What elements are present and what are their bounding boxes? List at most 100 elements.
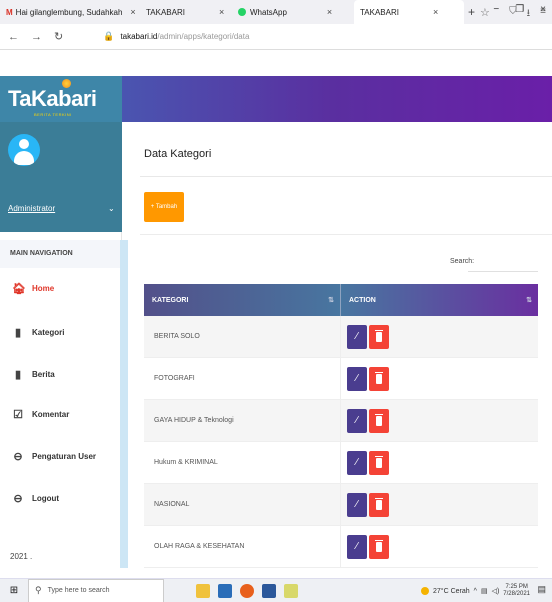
pencil-icon: ∕ [356, 499, 358, 510]
minimize-icon[interactable]: − [493, 4, 499, 15]
close-tab-icon[interactable]: × [327, 7, 332, 17]
search-icon: ⚲ [35, 585, 42, 595]
file-explorer-icon[interactable] [196, 583, 210, 598]
edit-button[interactable]: ∕ [347, 408, 367, 433]
url-path: /admin/apps/kategori/data [157, 32, 250, 41]
tab-label: TAKABARI [360, 7, 399, 17]
sidebar-item-label: Kategori [32, 327, 65, 337]
page-top-strip [0, 50, 552, 76]
column-header-action[interactable]: ACTION ⇅ [341, 284, 538, 316]
delete-button[interactable] [369, 534, 389, 559]
edit-button[interactable]: ∕ [347, 324, 367, 349]
back-icon[interactable]: ← [8, 31, 19, 43]
notification-icon[interactable]: ▤ [537, 584, 546, 595]
lock-icon: 🔒 [103, 31, 115, 41]
url-host: takabari.id [120, 32, 158, 41]
edit-button[interactable]: ∕ [347, 450, 367, 475]
bookmark-star-icon[interactable]: ☆ [480, 6, 490, 19]
word-icon[interactable] [262, 583, 276, 598]
main-content: Data Kategori + Tambah Search: KATEGORI … [128, 122, 552, 568]
volume-icon[interactable]: ◁) [492, 587, 500, 595]
browser-tab-whatsapp[interactable]: WhatsApp × [232, 0, 354, 24]
sidebar-item-label: Komentar [32, 409, 70, 419]
pencil-icon: ∕ [356, 373, 358, 384]
action-cell: ∕ [341, 316, 538, 357]
user-panel: Administrator ⌄ [0, 122, 122, 232]
brand-logo[interactable]: TaKabari BERITA TERKINI [0, 76, 122, 122]
address-field[interactable]: 🔒 takabari.id /admin/apps/kategori/data [103, 31, 249, 42]
sidebar-item-label: Berita [32, 369, 55, 379]
weather-text[interactable]: 27°C Cerah [433, 588, 470, 595]
nav-header: MAIN NAVIGATION [0, 240, 122, 268]
clock[interactable]: 7:25 PM 7/28/2021 [503, 584, 530, 598]
trash-icon [375, 539, 383, 552]
menu-icon[interactable]: ≡ [540, 6, 546, 23]
weather-icon [421, 587, 429, 595]
sidebar-item-home[interactable]: 🏠︎ Home [0, 268, 118, 308]
pocket-icon[interactable]: ⛉ [509, 6, 517, 23]
taskbar-search-placeholder: Type here to search [47, 587, 110, 594]
action-cell: ∕ [341, 400, 538, 441]
url-bar: ← → ↻ 🔒 takabari.id /admin/apps/kategori… [0, 24, 552, 50]
sidebar-item-logout[interactable]: ⊖ Logout [0, 478, 118, 518]
close-tab-icon[interactable]: × [130, 7, 135, 17]
close-tab-icon[interactable]: × [433, 7, 438, 17]
browser-tab-takabari[interactable]: TAKABARI × [140, 0, 232, 24]
book-icon: ▮ [14, 368, 22, 381]
sidebar-scrollbar[interactable] [120, 240, 128, 568]
sidebar: Administrator ⌄ MAIN NAVIGATION 🏠︎ Home … [0, 122, 128, 568]
download-icon[interactable]: ⭳ [527, 6, 531, 23]
user-circle-icon: ⊖ [13, 492, 23, 505]
sidebar-item-komentar[interactable]: ☑ Komentar [0, 394, 118, 434]
store-icon[interactable] [218, 583, 232, 598]
trash-icon [375, 413, 383, 426]
category-name: NASIONAL [144, 484, 341, 525]
table-row: FOTOGRAFI ∕ [144, 358, 538, 400]
sidebar-item-label: Home [32, 283, 55, 293]
check-square-icon: ☑ [13, 408, 23, 421]
browser-tab-takabari-active[interactable]: TAKABARI × [354, 0, 464, 24]
category-name: FOTOGRAFI [144, 358, 341, 399]
trash-icon [375, 455, 383, 468]
category-name: GAYA HIDUP & Teknologi [144, 400, 341, 441]
chevron-down-icon[interactable]: ⌄ [108, 204, 115, 213]
whatsapp-icon [238, 8, 246, 16]
delete-button[interactable] [369, 408, 389, 433]
tab-label: TAKABARI [146, 7, 185, 17]
column-header-kategori[interactable]: KATEGORI ⇅ [144, 284, 341, 316]
new-tab-icon[interactable]: + [468, 5, 475, 19]
category-table: KATEGORI ⇅ ACTION ⇅ BERITA SOLO ∕ FOTOGR… [144, 284, 538, 568]
sort-icon[interactable]: ⇅ [328, 296, 334, 304]
edit-button[interactable]: ∕ [347, 534, 367, 559]
notepad-icon[interactable] [284, 583, 298, 598]
windows-start-icon[interactable]: ⊞ [0, 579, 28, 602]
firefox-icon[interactable] [240, 583, 254, 598]
forward-icon[interactable]: → [31, 31, 42, 43]
taskbar-search[interactable]: ⚲ Type here to search [28, 578, 164, 602]
user-circle-icon: ⊖ [13, 450, 23, 463]
add-category-button[interactable]: + Tambah [144, 192, 184, 222]
delete-button[interactable] [369, 366, 389, 391]
delete-button[interactable] [369, 324, 389, 349]
delete-button[interactable] [369, 450, 389, 475]
category-name: Hukum & KRIMINAL [144, 442, 341, 483]
pencil-icon: ∕ [356, 457, 358, 468]
browser-tab-bar: M Hai gilanglembung, Sudahkah × TAKABARI… [0, 0, 552, 24]
sidebar-item-kategori[interactable]: ▮ Kategori [0, 312, 118, 352]
sort-icon[interactable]: ⇅ [526, 296, 532, 304]
username-link[interactable]: Administrator [8, 204, 55, 213]
sidebar-item-pengaturan-user[interactable]: ⊖ Pengaturan User [0, 436, 118, 476]
logo-subtitle: BERITA TERKINI [34, 112, 72, 117]
close-tab-icon[interactable]: × [219, 7, 224, 17]
reload-icon[interactable]: ↻ [54, 30, 63, 43]
table-header: KATEGORI ⇅ ACTION ⇅ [144, 284, 538, 316]
sidebar-item-berita[interactable]: ▮ Berita [0, 354, 118, 394]
action-cell: ∕ [341, 358, 538, 399]
edit-button[interactable]: ∕ [347, 492, 367, 517]
tray-arrow-icon[interactable]: ^ [474, 588, 477, 595]
delete-button[interactable] [369, 492, 389, 517]
network-icon[interactable]: ▤ [481, 587, 488, 595]
search-input[interactable] [468, 252, 538, 272]
edit-button[interactable]: ∕ [347, 366, 367, 391]
browser-tab-gmail[interactable]: M Hai gilanglembung, Sudahkah × [0, 0, 140, 24]
